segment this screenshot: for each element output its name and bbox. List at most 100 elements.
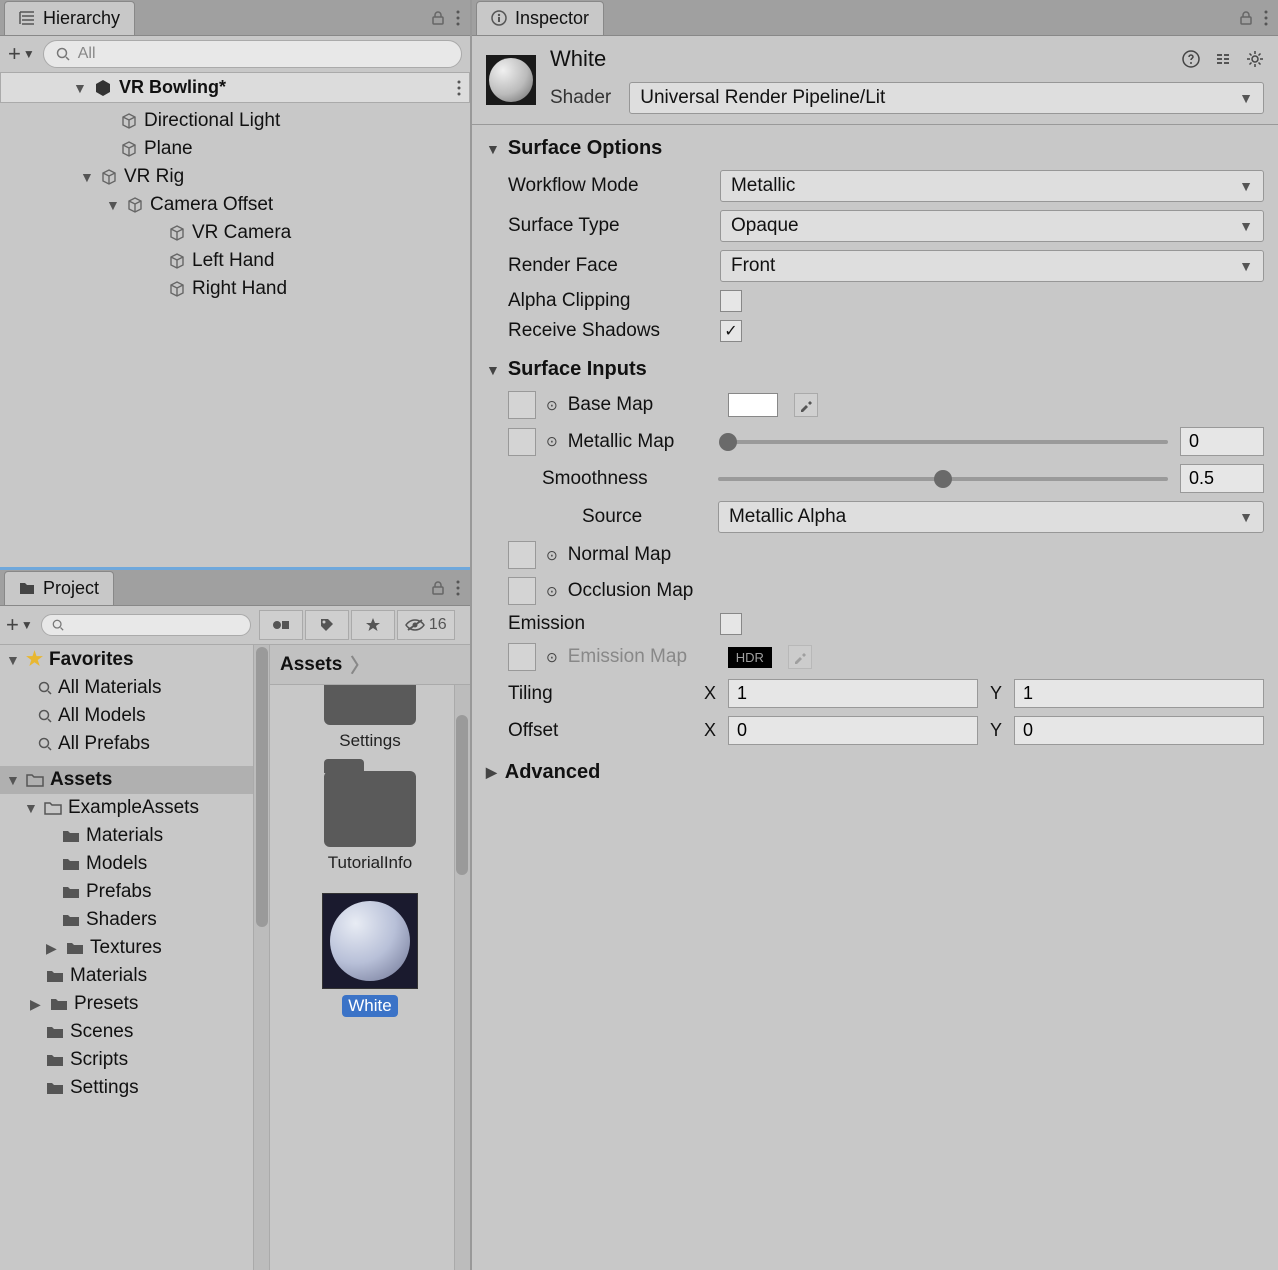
folder-item[interactable]: Materials — [0, 822, 269, 850]
tree-row[interactable]: Right Hand — [0, 275, 470, 303]
gameobject-icon — [168, 280, 186, 298]
workflow-dropdown[interactable]: Metallic▼ — [720, 170, 1264, 202]
normal-map-texture-slot[interactable] — [508, 541, 536, 569]
dropdown-arrow-icon: ▼ — [1239, 509, 1253, 525]
menu-icon[interactable] — [456, 10, 460, 26]
receive-shadows-checkbox[interactable]: ✓ — [720, 320, 742, 342]
hdr-badge: HDR — [728, 647, 772, 668]
expand-arrow-icon[interactable]: ▼ — [73, 80, 87, 96]
scene-row[interactable]: ▼ VR Bowling* — [0, 72, 470, 103]
breadcrumb[interactable]: Assets 〉 — [270, 645, 470, 685]
emission-checkbox[interactable] — [720, 613, 742, 635]
tree-label: VR Camera — [192, 222, 291, 244]
menu-icon[interactable] — [1264, 10, 1268, 26]
tiling-x-input[interactable] — [728, 679, 978, 708]
asset-label: White — [342, 995, 397, 1017]
plus-icon: + — [6, 612, 19, 638]
tree-row[interactable]: Plane — [0, 135, 470, 163]
project-tab[interactable]: Project — [4, 571, 114, 605]
occlusion-map-texture-slot[interactable] — [508, 577, 536, 605]
tree-row[interactable]: Directional Light — [0, 107, 470, 135]
object-picker-icon[interactable]: ⊙ — [546, 397, 558, 414]
object-picker-icon[interactable]: ⊙ — [546, 547, 558, 564]
favorite-button[interactable] — [351, 610, 395, 640]
lock-icon[interactable] — [430, 580, 446, 596]
shader-dropdown[interactable]: Universal Render Pipeline/Lit ▼ — [629, 82, 1264, 114]
assets-header[interactable]: ▼ Assets — [0, 766, 269, 794]
lock-icon[interactable] — [1238, 10, 1254, 26]
folder-item[interactable]: ▶Presets — [0, 990, 269, 1018]
alpha-clipping-checkbox[interactable] — [720, 290, 742, 312]
folder-item[interactable]: Models — [0, 850, 269, 878]
inspector-tab[interactable]: Inspector — [476, 1, 604, 35]
emission-map-texture-slot — [508, 643, 536, 671]
section-title: Surface Inputs — [508, 358, 647, 381]
object-picker-icon[interactable]: ⊙ — [546, 583, 558, 600]
material-thumb — [322, 893, 418, 989]
tree-row[interactable]: ▼Camera Offset — [0, 191, 470, 219]
scrollbar[interactable] — [253, 645, 269, 1270]
dropdown-arrow-icon: ▼ — [1239, 178, 1253, 194]
asset-item[interactable]: TutorialInfo — [295, 771, 445, 873]
folder-icon — [62, 885, 80, 899]
base-map-texture-slot[interactable] — [508, 391, 536, 419]
project-search-input[interactable] — [41, 614, 251, 636]
folder-item[interactable]: Materials — [0, 962, 269, 990]
scrollbar[interactable] — [454, 685, 470, 1270]
expand-arrow-icon[interactable]: ▼ — [80, 169, 94, 185]
folder-icon — [26, 773, 44, 787]
eyedropper-button[interactable] — [794, 393, 818, 417]
folder-label: Models — [86, 853, 147, 875]
tree-row[interactable]: Left Hand — [0, 247, 470, 275]
folder-item[interactable]: ▶Textures — [0, 934, 269, 962]
offset-y-input[interactable] — [1014, 716, 1264, 745]
tiling-y-input[interactable] — [1014, 679, 1264, 708]
hierarchy-search-input[interactable]: All — [43, 40, 462, 68]
folder-item[interactable]: Settings — [0, 1074, 269, 1102]
object-picker-icon[interactable]: ⊙ — [546, 433, 558, 450]
smoothness-value-input[interactable] — [1180, 464, 1264, 493]
hidden-visibility-button[interactable]: 16 — [397, 610, 455, 640]
search-placeholder: All — [78, 45, 96, 63]
folder-item[interactable]: Prefabs — [0, 878, 269, 906]
favorite-item[interactable]: All Materials — [0, 674, 269, 702]
folder-item[interactable]: Scenes — [0, 1018, 269, 1046]
render-face-dropdown[interactable]: Front▼ — [720, 250, 1264, 282]
help-icon[interactable] — [1182, 50, 1200, 68]
menu-icon[interactable] — [457, 80, 461, 96]
filter-by-label-button[interactable] — [305, 610, 349, 640]
metallic-value-input[interactable] — [1180, 427, 1264, 456]
folder-item[interactable]: Shaders — [0, 906, 269, 934]
metallic-map-texture-slot[interactable] — [508, 428, 536, 456]
favorite-item[interactable]: All Prefabs — [0, 730, 269, 758]
favorite-item[interactable]: All Models — [0, 702, 269, 730]
preset-icon[interactable] — [1214, 50, 1232, 68]
offset-x-input[interactable] — [728, 716, 978, 745]
tree-row[interactable]: ▼VR Rig — [0, 163, 470, 191]
lock-icon[interactable] — [430, 10, 446, 26]
add-button[interactable]: + ▼ — [8, 41, 35, 67]
add-button[interactable]: + ▼ — [6, 612, 33, 638]
surface-inputs-header[interactable]: ▼ Surface Inputs — [472, 346, 1278, 387]
hierarchy-tab[interactable]: Hierarchy — [4, 1, 135, 35]
asset-item-selected[interactable]: White — [295, 893, 445, 1017]
gear-icon[interactable] — [1246, 50, 1264, 68]
surface-options-header[interactable]: ▼ Surface Options — [472, 125, 1278, 166]
asset-item[interactable]: Settings — [295, 685, 445, 751]
menu-icon[interactable] — [456, 580, 460, 596]
normal-map-label: Normal Map — [568, 544, 671, 566]
folder-item[interactable]: ▼ExampleAssets — [0, 794, 269, 822]
folder-item[interactable]: Scripts — [0, 1046, 269, 1074]
offset-label: Offset — [508, 720, 692, 742]
tree-row[interactable]: VR Camera — [0, 219, 470, 247]
filter-by-type-button[interactable] — [259, 610, 303, 640]
surface-type-dropdown[interactable]: Opaque▼ — [720, 210, 1264, 242]
base-map-color[interactable] — [728, 393, 778, 417]
favorites-header[interactable]: ▼ ★ Favorites — [0, 645, 269, 674]
metallic-slider[interactable] — [728, 440, 1168, 444]
smoothness-slider[interactable] — [718, 477, 1168, 481]
expand-arrow-icon[interactable]: ▼ — [106, 197, 120, 213]
expand-arrow-icon: ▼ — [486, 141, 500, 157]
advanced-header[interactable]: ▶ Advanced — [472, 749, 1278, 790]
source-dropdown[interactable]: Metallic Alpha▼ — [718, 501, 1264, 533]
